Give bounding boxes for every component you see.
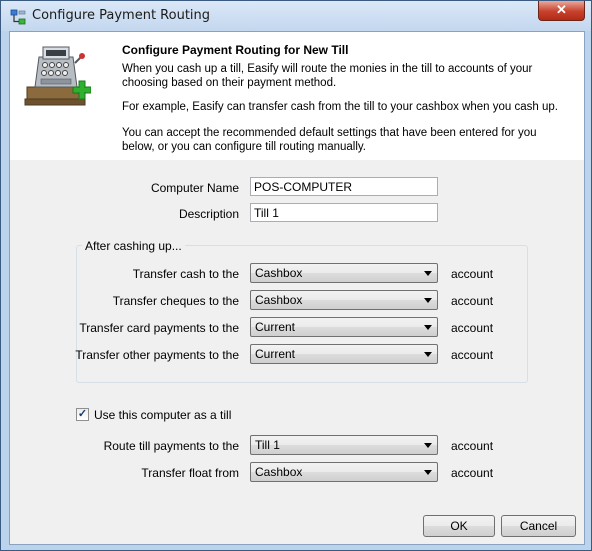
transfer-card-dropdown[interactable]: Current [250, 317, 438, 337]
transfer-cash-value: Cashbox [255, 266, 303, 280]
route-till-label: Route till payments to the [103, 439, 239, 453]
route-till-value: Till 1 [255, 438, 280, 452]
header-panel: Configure Payment Routing for New Till W… [10, 32, 584, 160]
transfer-other-label: Transfer other payments to the [75, 348, 239, 362]
transfer-cheques-label: Transfer cheques to the [112, 294, 239, 308]
chevron-down-icon [424, 271, 432, 276]
dialog-client-area: Configure Payment Routing for New Till W… [9, 31, 585, 545]
header-paragraph-2: For example, Easify can transfer cash fr… [122, 101, 558, 113]
dialog-window: Configure Payment Routing ✕ Configure Pa… [0, 0, 592, 551]
cancel-button[interactable]: Cancel [501, 515, 576, 537]
header-paragraph-1: When you cash up a till, Easify will rou… [122, 63, 533, 89]
transfer-float-dropdown[interactable]: Cashbox [250, 462, 438, 482]
chevron-down-icon [424, 443, 432, 448]
description-field[interactable]: Till 1 [250, 203, 438, 222]
description-label: Description [178, 207, 239, 221]
transfer-other-suffix: account [451, 348, 494, 362]
chevron-down-icon [424, 352, 432, 357]
route-till-dropdown[interactable]: Till 1 [250, 435, 438, 455]
cash-register-add-icon [24, 46, 91, 106]
transfer-card-label: Transfer card payments to the [79, 321, 239, 335]
checkmark-icon: ✓ [77, 408, 88, 420]
chevron-down-icon [424, 325, 432, 330]
transfer-float-label: Transfer float from [141, 466, 239, 480]
routing-icon [10, 9, 26, 25]
transfer-float-suffix: account [451, 466, 494, 480]
chevron-down-icon [424, 470, 432, 475]
use-as-till-checkbox[interactable]: ✓ [76, 408, 89, 421]
transfer-cheques-dropdown[interactable]: Cashbox [250, 290, 438, 310]
header-paragraph-3: You can accept the recommended default s… [122, 127, 537, 153]
group-legend: After cashing up... [82, 239, 185, 253]
transfer-float-value: Cashbox [255, 465, 303, 479]
transfer-cheques-value: Cashbox [255, 293, 303, 307]
transfer-other-value: Current [255, 347, 296, 361]
computer-name-field[interactable]: POS-COMPUTER [250, 177, 438, 196]
transfer-card-value: Current [255, 320, 296, 334]
transfer-cash-suffix: account [451, 267, 494, 281]
transfer-other-dropdown[interactable]: Current [250, 344, 438, 364]
ok-button[interactable]: OK [423, 515, 495, 537]
transfer-cash-dropdown[interactable]: Cashbox [250, 263, 438, 283]
title-bar[interactable]: Configure Payment Routing ✕ [1, 1, 591, 31]
transfer-cheques-suffix: account [451, 294, 494, 308]
chevron-down-icon [424, 298, 432, 303]
header-title: Configure Payment Routing for New Till [122, 43, 349, 57]
close-button[interactable]: ✕ [538, 1, 585, 21]
route-till-suffix: account [451, 439, 494, 453]
transfer-cash-label: Transfer cash to the [132, 267, 239, 281]
window-title: Configure Payment Routing [32, 8, 211, 23]
computer-name-label: Computer Name [150, 181, 239, 195]
use-as-till-label[interactable]: Use this computer as a till [94, 408, 231, 422]
close-icon: ✕ [556, 2, 567, 17]
transfer-card-suffix: account [451, 321, 494, 335]
